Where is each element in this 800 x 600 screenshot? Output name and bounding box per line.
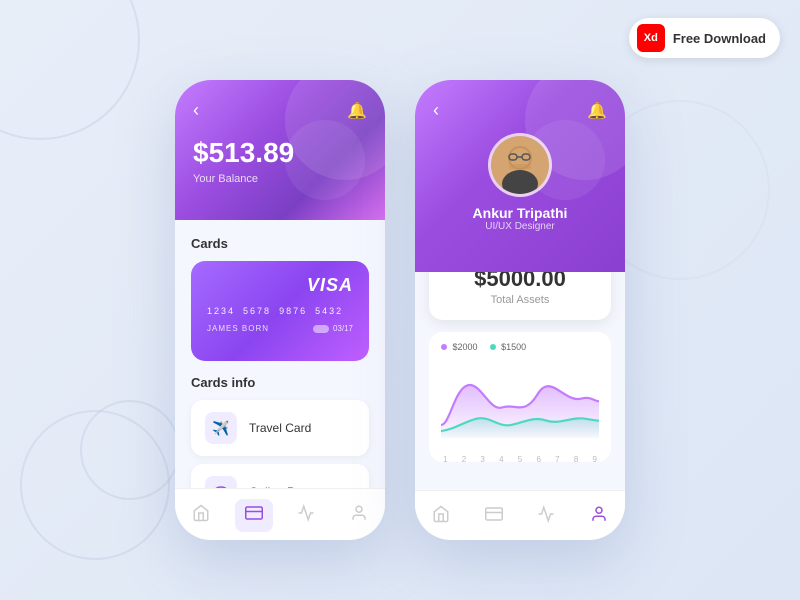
card-bottom: JAMES BORN 03/17	[207, 324, 353, 333]
nav-cards[interactable]	[235, 499, 273, 532]
card-number: 1234 5678 9876 5432	[207, 306, 353, 316]
bell-icon[interactable]: 🔔	[347, 101, 367, 121]
credit-card[interactable]: VISA 1234 5678 9876 5432 JAMES BORN 03/1…	[191, 261, 369, 361]
phone1-nav: ‹ 🔔	[193, 100, 367, 121]
legend-dot-teal	[490, 344, 496, 350]
cards-section-title: Cards	[191, 236, 369, 251]
free-download-text: Free Download	[673, 31, 766, 46]
legend-teal: $1500	[490, 342, 527, 352]
phone1: ‹ 🔔 $513.89 Your Balance Cards VISA 1234…	[175, 80, 385, 540]
user-name: Ankur Tripathi	[473, 205, 568, 221]
total-assets-label: Total Assets	[445, 294, 595, 306]
phone2-nav-home[interactable]	[422, 501, 460, 532]
wifi-icon	[205, 476, 237, 488]
total-assets-amount: $5000.00	[445, 272, 595, 292]
travel-icon: ✈️	[205, 412, 237, 444]
travel-card-label: Travel Card	[249, 421, 311, 435]
avatar-face	[491, 136, 549, 194]
phone2-nav-profile[interactable]	[580, 501, 618, 532]
phone2-nav-chart[interactable]	[527, 501, 565, 532]
visa-label: VISA	[207, 275, 353, 296]
phone2-header: ‹ 🔔	[415, 80, 625, 272]
card-holder: JAMES BORN	[207, 324, 269, 333]
phone1-header: ‹ 🔔 $513.89 Your Balance	[175, 80, 385, 220]
card-expiry: 03/17	[313, 324, 353, 333]
card-info-online-payment[interactable]: Online Payment	[191, 464, 369, 488]
legend-dot-purple	[441, 344, 447, 350]
chart-area: $2000 $1500	[429, 332, 611, 462]
nav-home[interactable]	[182, 500, 220, 531]
total-assets-card: $5000.00 Total Assets	[429, 272, 611, 320]
phone2-body: $5000.00 Total Assets $2000 $1500	[415, 272, 625, 490]
back-arrow-icon[interactable]: ‹	[193, 100, 199, 121]
xd-icon: Xd	[637, 24, 665, 52]
balance-label: Your Balance	[193, 173, 367, 185]
phones-container: ‹ 🔔 $513.89 Your Balance Cards VISA 1234…	[0, 0, 800, 600]
phone2-nav-cards[interactable]	[475, 501, 513, 532]
phone2-nav: ‹ 🔔	[433, 100, 607, 121]
chart-x-labels: 1 2 3 4 5 6 7 8 9	[441, 453, 599, 462]
legend-purple: $2000	[441, 342, 478, 352]
phone2-back-arrow[interactable]: ‹	[433, 100, 439, 121]
cards-info-title: Cards info	[191, 375, 369, 390]
user-role: UI/UX Designer	[485, 221, 554, 232]
nav-profile[interactable]	[340, 500, 378, 531]
free-download-badge[interactable]: Xd Free Download	[629, 18, 780, 58]
card-info-travel[interactable]: ✈️ Travel Card	[191, 400, 369, 456]
phone2: ‹ 🔔	[415, 80, 625, 540]
balance-amount: $513.89	[193, 137, 367, 169]
chart-svg	[441, 358, 599, 448]
phone2-bell-icon[interactable]: 🔔	[587, 101, 607, 121]
expiry-dots-icon	[313, 325, 329, 333]
nav-chart[interactable]	[287, 500, 325, 531]
avatar	[488, 133, 552, 197]
phone2-bottom-nav	[415, 490, 625, 540]
phone1-body: Cards VISA 1234 5678 9876 5432 JAMES BOR…	[175, 220, 385, 488]
phone1-bottom-nav	[175, 488, 385, 540]
chart-legend: $2000 $1500	[441, 342, 599, 352]
